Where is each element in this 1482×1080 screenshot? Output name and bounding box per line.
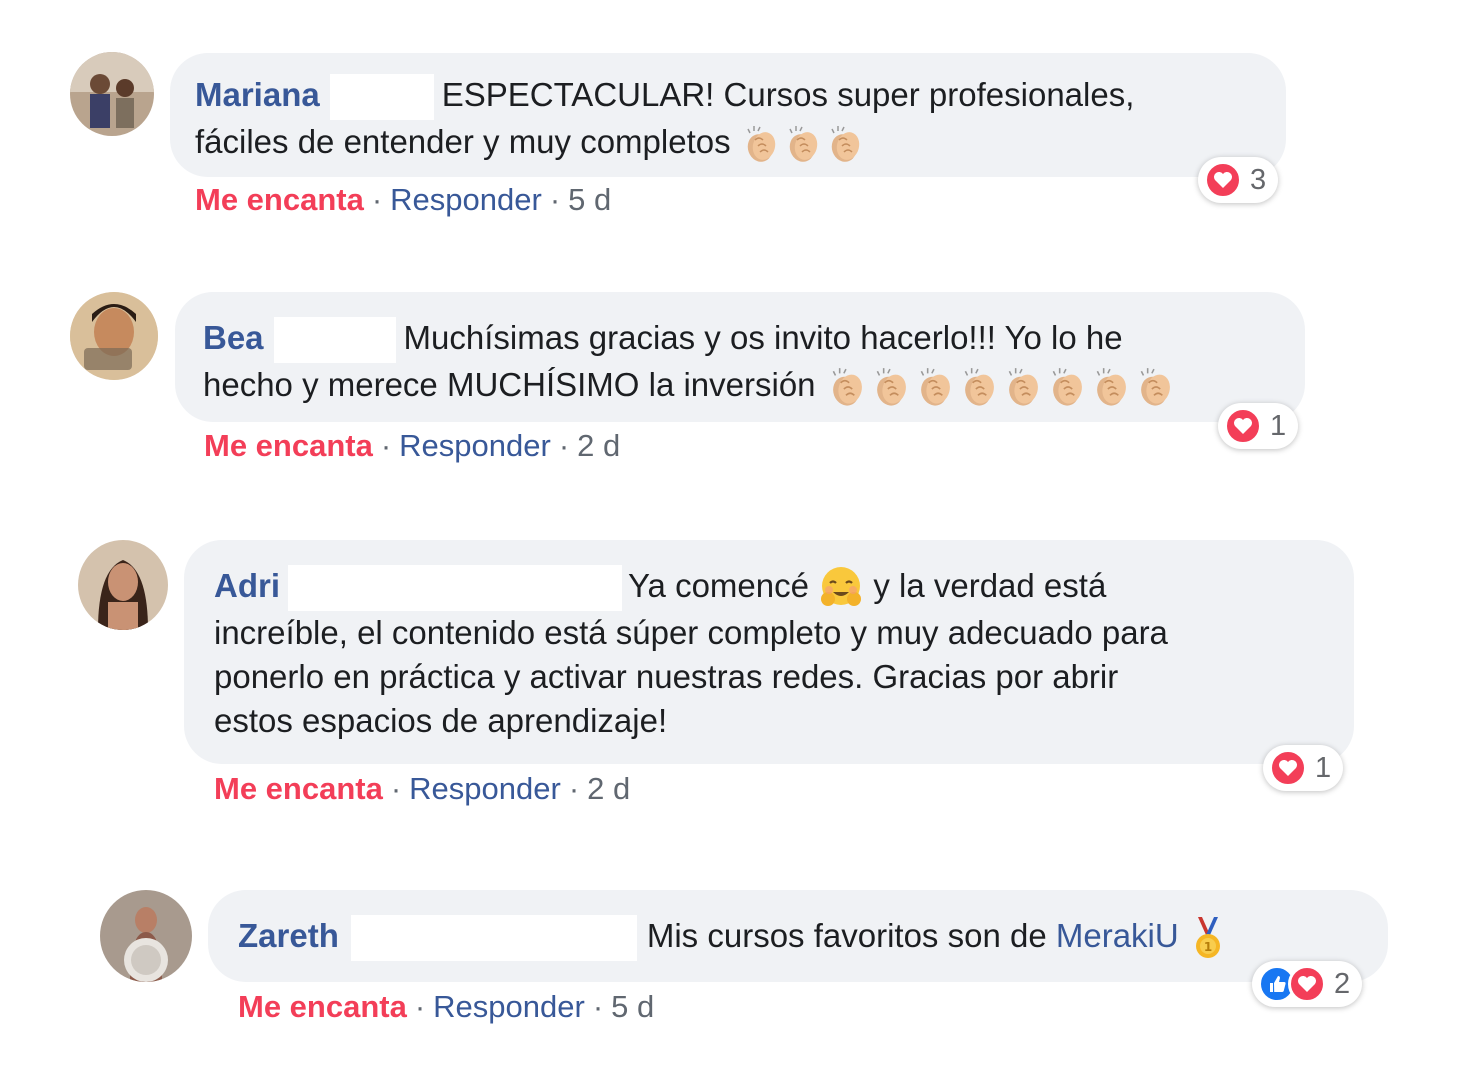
timestamp[interactable]: 5 d	[568, 182, 611, 217]
reaction-summary[interactable]: 1	[1263, 745, 1344, 791]
redacted-name	[273, 317, 396, 364]
svg-text:1: 1	[1204, 940, 1212, 954]
comment-text: ESPECTACULAR! Cursos super profesionales…	[441, 76, 1135, 113]
clapping-hands-icon	[960, 366, 998, 410]
redacted-name	[329, 74, 434, 121]
reaction-summary[interactable]: 3	[1198, 157, 1279, 203]
comment-text: increíble, el contenido está súper compl…	[214, 614, 1168, 652]
comment-author[interactable]: Zareth	[238, 917, 339, 954]
reaction-count: 1	[1270, 409, 1287, 442]
love-reaction-icon	[1204, 161, 1242, 199]
reaction-summary[interactable]: 2	[1252, 961, 1363, 1007]
love-reaction-icon	[1224, 407, 1262, 445]
comment-author[interactable]: Mariana	[195, 76, 320, 113]
reply-button[interactable]: Responder	[409, 771, 561, 806]
love-button[interactable]: Me encanta	[204, 428, 373, 463]
clapping-hands-icon	[828, 366, 866, 410]
reaction-count: 2	[1334, 967, 1351, 1000]
clapping-hands-icon	[1004, 366, 1042, 410]
comment-bubble: Zareth Mis cursos favoritos son de Meraki…	[208, 890, 1388, 982]
comment-text: estos espacios de aprendizaje!	[214, 702, 668, 740]
comment-bubble: Mariana ESPECTACULAR! Cursos super profes…	[170, 53, 1286, 177]
clapping-hands-icon	[1048, 366, 1086, 410]
comment-text: Mis cursos favoritos son de	[646, 917, 1047, 954]
clapping-hands-icon	[1136, 366, 1174, 410]
comment-actions: Me encanta · Responder · 5 d	[195, 182, 612, 217]
clapping-hands-icon	[1092, 366, 1130, 410]
love-reaction-icon	[1288, 965, 1326, 1003]
comment-bubble: Adri Ya comencé y la verdad está increíbl…	[184, 540, 1354, 764]
avatar[interactable]	[100, 890, 192, 982]
hugging-face-icon	[821, 567, 862, 607]
comment-text: y la verdad está	[873, 567, 1107, 604]
comment-text: hecho y merece MUCHÍSIMO la inversión	[203, 366, 816, 404]
comment-bubble: Bea Muchísimas gracias y os invito hacerl…	[175, 292, 1305, 422]
reaction-count: 3	[1250, 163, 1267, 196]
redacted-name	[288, 565, 622, 612]
avatar[interactable]	[70, 292, 158, 380]
avatar[interactable]	[70, 52, 154, 136]
comment-author[interactable]: Adri	[214, 567, 280, 604]
comment-actions: Me encanta · Responder · 2 d	[204, 428, 621, 463]
avatar[interactable]	[78, 540, 168, 630]
comment-actions: Me encanta · Responder · 2 d	[214, 771, 631, 806]
timestamp[interactable]: 2 d	[577, 428, 620, 463]
redacted-name	[350, 915, 637, 962]
reaction-summary[interactable]: 1	[1218, 403, 1299, 449]
reply-button[interactable]: Responder	[399, 428, 551, 463]
comment-text: Ya comencé	[628, 567, 809, 604]
page-mention-link[interactable]: MerakiU	[1056, 917, 1179, 954]
reply-button[interactable]: Responder	[433, 989, 585, 1024]
love-button[interactable]: Me encanta	[238, 989, 407, 1024]
love-button[interactable]: Me encanta	[195, 182, 364, 217]
timestamp[interactable]: 2 d	[587, 771, 630, 806]
reaction-count: 1	[1315, 751, 1332, 784]
clapping-hands-icon	[872, 366, 910, 410]
comment-author[interactable]: Bea	[203, 319, 264, 356]
comment-text: fáciles de entender y muy completos	[195, 123, 731, 161]
comment-actions: Me encanta · Responder · 5 d	[238, 989, 655, 1024]
timestamp[interactable]: 5 d	[611, 989, 654, 1024]
clapping-hands-icon	[742, 124, 779, 166]
clapping-hands-icon	[916, 366, 954, 410]
clapping-hands-icon	[784, 124, 821, 166]
comment-text: ponerlo en práctica y activar nuestras r…	[214, 658, 1119, 696]
love-reaction-icon	[1269, 749, 1307, 787]
comment-text: Muchísimas gracias y os invito hacerlo!!…	[403, 319, 1123, 356]
reply-button[interactable]: Responder	[390, 182, 542, 217]
clapping-hands-icon	[826, 124, 863, 166]
love-button[interactable]: Me encanta	[214, 771, 383, 806]
first-place-medal-icon: 1	[1195, 917, 1220, 959]
